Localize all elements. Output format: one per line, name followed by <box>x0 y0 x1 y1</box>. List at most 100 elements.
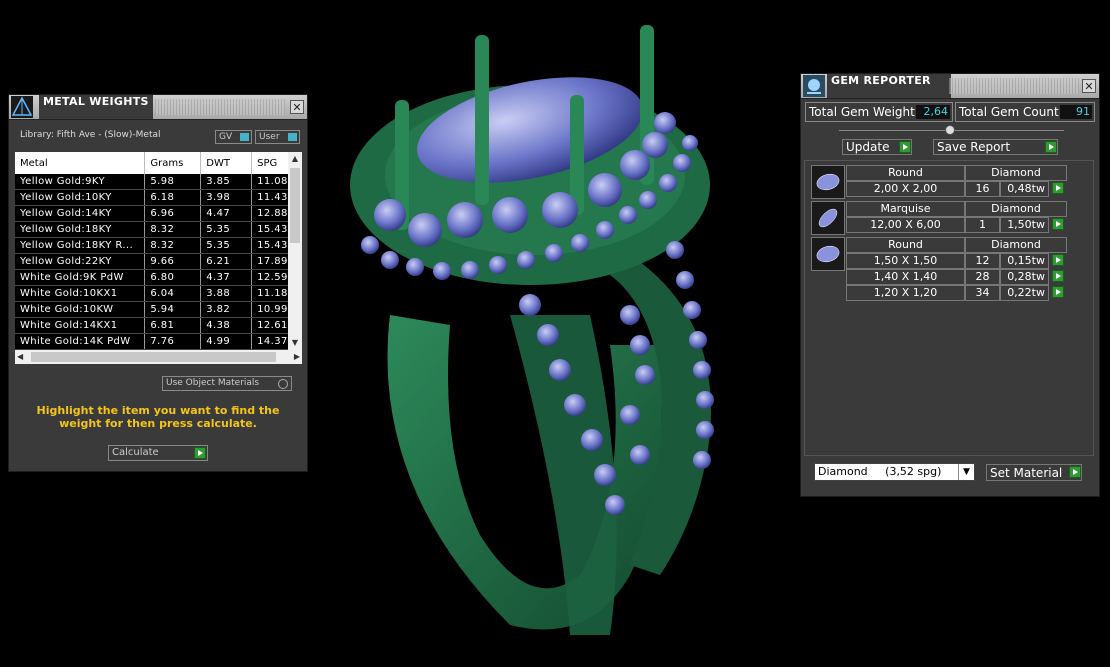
scroll-left-icon[interactable]: ◀ <box>17 350 23 364</box>
table-row[interactable]: White Gold:14KX1 6.81 4.38 12.61 <box>15 317 302 334</box>
vertical-scrollbar[interactable]: ▲ ▼ <box>288 152 302 350</box>
column-header[interactable]: Grams <box>144 152 202 174</box>
gem-total-weight: 0,22tw <box>1000 285 1049 301</box>
save-report-button[interactable]: Save Report <box>933 139 1058 155</box>
gem-material: Diamond <box>965 237 1067 253</box>
table-row[interactable]: Yellow Gold:18KY 8.32 5.35 15.43 <box>15 221 302 238</box>
table-row[interactable]: White Gold:9K PdW 6.80 4.37 12.59 <box>15 269 302 286</box>
table-row[interactable]: Yellow Gold:22KY 9.66 6.21 17.89 <box>15 253 302 270</box>
update-button[interactable]: Update <box>842 139 912 155</box>
table-cell: 5.35 <box>200 237 253 254</box>
select-gem-button[interactable] <box>1052 286 1064 298</box>
select-gem-button[interactable] <box>1052 218 1064 230</box>
table-cell: White Gold:14K PdW <box>15 333 146 350</box>
table-cell: Yellow Gold:18KY R... <box>15 237 146 254</box>
panel-title: GEM REPORTER <box>827 74 951 98</box>
calculate-label: Calculate <box>112 447 159 458</box>
total-gem-count-value: 91 <box>1060 105 1092 119</box>
gem-shape: Marquise <box>846 201 965 217</box>
table-row[interactable]: Yellow Gold:9KY 5.98 3.85 11.08 <box>15 174 302 190</box>
gem-material: Diamond <box>965 201 1067 217</box>
scroll-thumb[interactable] <box>290 168 300 243</box>
total-gem-weight-value: 2,64 <box>916 105 950 119</box>
scroll-thumb[interactable] <box>31 352 276 362</box>
gem-shape: Round <box>846 237 965 253</box>
table-cell: 6.96 <box>144 205 202 222</box>
table-cell: Yellow Gold:9KY <box>15 174 146 190</box>
table-cell: 5.98 <box>144 174 202 190</box>
table-cell: 6.21 <box>200 253 253 270</box>
gem-reporter-panel: GEM REPORTER ✕ Total Gem Weight 2,64 Tot… <box>800 73 1100 497</box>
use-object-materials-toggle[interactable]: Use Object Materials <box>162 376 292 391</box>
chevron-down-icon[interactable]: ▼ <box>958 464 974 480</box>
table-cell: 6.80 <box>144 269 202 286</box>
titlebar-grip <box>155 99 285 115</box>
gem-count: 34 <box>965 285 1000 301</box>
total-gem-count: Total Gem Count 91 <box>955 102 1095 122</box>
material-select-value: Diamond (3,52 spg) <box>818 465 942 478</box>
gem-shape: Round <box>846 165 965 181</box>
table-cell: White Gold:10KX1 <box>15 285 146 302</box>
gem-total-weight: 0,28tw <box>1000 269 1049 285</box>
gem-reporter-titlebar[interactable]: GEM REPORTER ✕ <box>801 74 1099 99</box>
table-row[interactable]: White Gold:10KX1 6.04 3.88 11.18 <box>15 285 302 302</box>
table-cell: White Gold:9K PdW <box>15 269 146 286</box>
select-gem-button[interactable] <box>1052 182 1064 194</box>
table-cell: White Gold:10KW <box>15 301 146 318</box>
column-header[interactable]: DWT <box>200 152 253 174</box>
scroll-up-icon[interactable]: ▲ <box>288 152 302 166</box>
total-gem-weight-label: Total Gem Weight <box>809 105 915 119</box>
table-cell: 9.66 <box>144 253 202 270</box>
table-cell: Yellow Gold:14KY <box>15 205 146 222</box>
update-label: Update <box>846 140 890 154</box>
table-header-row: Metal Grams DWT SPG <box>15 152 302 174</box>
metal-weights-titlebar[interactable]: METAL WEIGHTS ✕ <box>9 95 307 120</box>
gem-size: 1,40 X 1,40 <box>846 269 965 285</box>
table-row[interactable]: Yellow Gold:10KY 6.18 3.98 11.43 <box>15 189 302 206</box>
table-cell: 7.76 <box>144 333 202 350</box>
select-gem-button[interactable] <box>1052 254 1064 266</box>
table-cell: 8.32 <box>144 221 202 238</box>
table-cell: 5.35 <box>200 221 253 238</box>
gem-total-weight: 1,50tw <box>1000 217 1049 233</box>
table-cell: 5.94 <box>144 301 202 318</box>
instruction-message: Highlight the item you want to find the … <box>36 404 280 430</box>
gem-round-icon <box>811 165 845 199</box>
table-cell: 3.88 <box>200 285 253 302</box>
table-cell: 3.98 <box>200 189 253 206</box>
table-cell: 4.37 <box>200 269 253 286</box>
toggle-indicator-icon <box>240 133 249 141</box>
gem-size: 2,00 X 2,00 <box>846 181 965 197</box>
close-button[interactable]: ✕ <box>290 100 304 114</box>
gv-toggle[interactable]: GV <box>215 130 252 144</box>
metal-weights-logo-icon <box>11 96 33 118</box>
scroll-down-icon[interactable]: ▼ <box>288 336 302 350</box>
slider-knob-icon[interactable] <box>945 125 955 135</box>
titlebar-grip <box>949 78 1079 94</box>
table-cell: 3.82 <box>200 301 253 318</box>
table-row[interactable]: Yellow Gold:18KY R... 8.32 5.35 15.43 <box>15 237 302 254</box>
table-cell: 4.47 <box>200 205 253 222</box>
table-row[interactable]: White Gold:14K PdW 7.76 4.99 14.37 <box>15 333 302 350</box>
calculate-button[interactable]: Calculate <box>108 445 208 461</box>
set-material-button[interactable]: Set Material <box>986 464 1082 481</box>
table-cell: Yellow Gold:22KY <box>15 253 146 270</box>
gem-round-icon <box>811 237 845 271</box>
select-gem-button[interactable] <box>1052 270 1064 282</box>
material-select[interactable]: Diamond (3,52 spg) ▼ <box>814 463 975 481</box>
column-header[interactable]: Metal <box>15 152 146 174</box>
table-row[interactable]: Yellow Gold:14KY 6.96 4.47 12.88 <box>15 205 302 222</box>
scroll-right-icon[interactable]: ▶ <box>294 350 300 364</box>
gem-count: 1 <box>965 217 1000 233</box>
table-cell: 4.99 <box>200 333 253 350</box>
gem-material: Diamond <box>965 165 1067 181</box>
horizontal-scrollbar[interactable]: ◀ ▶ <box>15 350 302 364</box>
table-cell: 4.38 <box>200 317 253 334</box>
set-material-label: Set Material <box>990 466 1063 480</box>
close-button[interactable]: ✕ <box>1082 79 1096 93</box>
save-report-label: Save Report <box>937 140 1011 154</box>
user-toggle[interactable]: User <box>255 130 300 144</box>
divider-slider[interactable] <box>839 125 1064 135</box>
table-cell: Yellow Gold:10KY <box>15 189 146 206</box>
table-row[interactable]: White Gold:10KW 5.94 3.82 10.99 <box>15 301 302 318</box>
